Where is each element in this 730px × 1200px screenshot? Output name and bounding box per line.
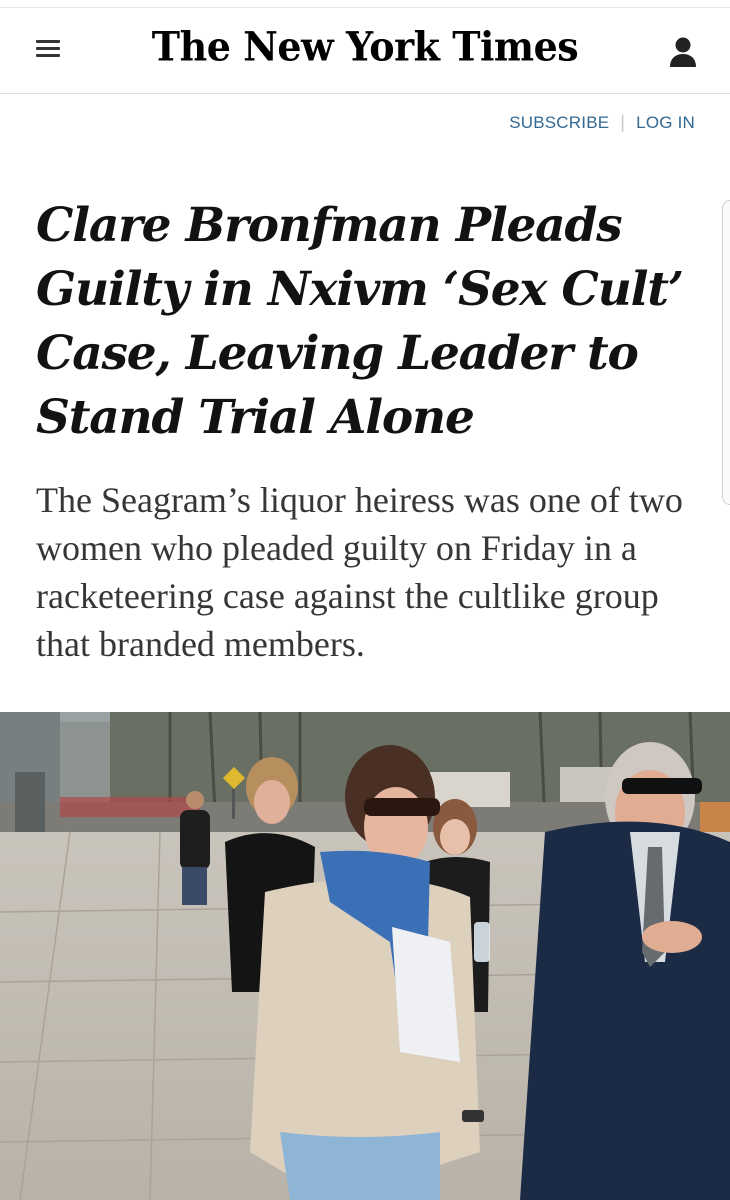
account-separator: | (620, 112, 626, 132)
nyt-logo[interactable]: The New York Times (0, 23, 730, 70)
user-account-icon[interactable] (668, 36, 698, 68)
article-headline: Clare Bronfman Pleads Guilty in Nxivm ‘S… (36, 198, 684, 445)
scrollbar[interactable] (722, 200, 730, 505)
article-summary: The Seagram’s liquor heiress was one of … (36, 480, 683, 664)
account-links: SUBSCRIBE | LOG IN (509, 112, 695, 133)
article-photo[interactable] (0, 712, 730, 1200)
subscribe-link[interactable]: SUBSCRIBE (509, 113, 609, 132)
site-header: The New York Times (0, 8, 730, 94)
status-strip (0, 0, 730, 8)
login-link[interactable]: LOG IN (636, 113, 695, 132)
